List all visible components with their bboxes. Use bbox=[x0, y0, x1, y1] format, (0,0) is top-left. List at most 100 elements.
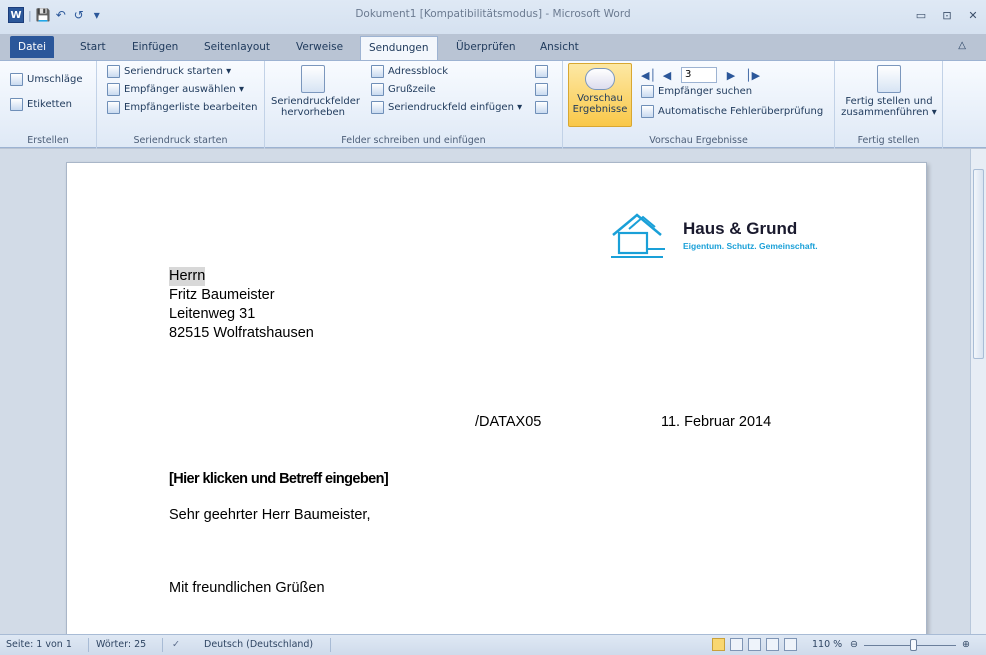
last-record-icon[interactable]: │▶ bbox=[745, 69, 760, 82]
logo-slogan-text: Eigentum. Schutz. Gemeinschaft. bbox=[683, 241, 818, 251]
tab-ueberpruefen[interactable]: Überprüfen bbox=[448, 36, 524, 58]
ribbon: Umschläge Etiketten Erstellen Seriendruc… bbox=[0, 60, 986, 149]
vertical-scrollbar[interactable] bbox=[970, 149, 986, 634]
window-title: Dokument1 [Kompatibilitätsmodus] - Micro… bbox=[355, 8, 631, 20]
seriendruck-starten-label: Seriendruck starten ▾ bbox=[124, 66, 232, 77]
minimize-icon[interactable]: ▭ bbox=[908, 9, 934, 22]
empfaenger-suchen-button[interactable]: Empfänger suchen bbox=[641, 85, 752, 98]
window-controls: ▭ ⊡ ✕ bbox=[908, 9, 986, 22]
umschlaege-label: Umschläge bbox=[27, 74, 83, 85]
tab-ansicht[interactable]: Ansicht bbox=[532, 36, 587, 58]
haus-grund-logo: Haus & Grund Eigentum. Schutz. Gemeinsch… bbox=[607, 205, 867, 261]
tab-datei[interactable]: Datei bbox=[10, 36, 55, 58]
group-seriendruck-label: Seriendruck starten bbox=[133, 135, 228, 146]
status-separator bbox=[88, 638, 89, 652]
empfaengerliste-label: Empfängerliste bearbeiten bbox=[124, 102, 258, 113]
seriendruckfeld-einfuegen-button[interactable]: Seriendruckfeld einfügen ▾ bbox=[371, 101, 522, 114]
tab-verweise[interactable]: Verweise bbox=[288, 36, 351, 58]
web-layout-icon[interactable] bbox=[748, 638, 761, 651]
print-layout-icon[interactable] bbox=[712, 638, 725, 651]
letter-closing[interactable]: Mit freundlichen Grüßen bbox=[169, 579, 325, 598]
page-count[interactable]: Seite: 1 von 1 bbox=[6, 639, 72, 650]
letter-greeting[interactable]: Sehr geehrter Herr Baumeister, bbox=[169, 506, 370, 525]
previous-record-icon[interactable]: ◀ bbox=[661, 69, 673, 82]
zoom-level[interactable]: 110 % bbox=[812, 639, 842, 650]
scrollbar-thumb[interactable] bbox=[973, 169, 984, 359]
preview-abc-icon bbox=[585, 68, 615, 90]
restore-icon[interactable]: ⊡ bbox=[934, 9, 960, 22]
fehlerueberpruefung-button[interactable]: Automatische Fehlerüberprüfung bbox=[641, 105, 823, 118]
group-fertig-label: Fertig stellen bbox=[857, 135, 920, 146]
tab-einfuegen[interactable]: Einfügen bbox=[124, 36, 186, 58]
group-fertig-stellen: Fertig stellen und zusammenführen ▾ Fert… bbox=[835, 61, 943, 149]
grusszeile-button[interactable]: Grußzeile bbox=[371, 83, 436, 96]
record-number-input[interactable]: 3 bbox=[681, 67, 717, 83]
address-street[interactable]: Leitenweg 31 bbox=[169, 305, 255, 324]
edit-list-icon bbox=[107, 101, 120, 114]
group-seriendruck-starten: Seriendruck starten ▾ Empfänger auswähle… bbox=[97, 61, 265, 149]
labels-icon bbox=[10, 98, 23, 111]
recipients-icon bbox=[107, 83, 120, 96]
word-count[interactable]: Wörter: 25 bbox=[96, 639, 146, 650]
seriendruck-starten-button[interactable]: Seriendruck starten ▾ bbox=[107, 65, 231, 78]
document-area: Haus & Grund Eigentum. Schutz. Gemeinsch… bbox=[0, 149, 986, 642]
group-erstellen-label: Erstellen bbox=[27, 135, 69, 146]
tab-seitenlayout[interactable]: Seitenlayout bbox=[196, 36, 278, 58]
zoom-slider-knob[interactable] bbox=[910, 639, 917, 651]
language-indicator[interactable]: Deutsch (Deutschland) bbox=[204, 639, 313, 650]
address-block-icon bbox=[371, 65, 384, 78]
hervorheben-label: Seriendruckfelder hervorheben bbox=[271, 96, 361, 118]
full-screen-reading-icon[interactable] bbox=[730, 638, 743, 651]
tab-sendungen[interactable]: Sendungen bbox=[360, 36, 438, 60]
address-name[interactable]: Fritz Baumeister bbox=[169, 286, 275, 305]
envelope-icon bbox=[10, 73, 23, 86]
fertig-stellen-label: Fertig stellen und zusammenführen ▾ bbox=[841, 96, 937, 118]
reference-code[interactable]: /DATAX05 bbox=[475, 413, 541, 432]
match-fields-icon[interactable] bbox=[535, 83, 548, 96]
check-errors-icon bbox=[641, 105, 654, 118]
zoom-in-icon[interactable]: ⊕ bbox=[962, 639, 970, 650]
logo-brand-text: Haus & Grund bbox=[683, 219, 798, 238]
tab-start[interactable]: Start bbox=[72, 36, 114, 58]
first-record-icon[interactable]: ◀│ bbox=[641, 69, 656, 82]
title-bar: W | 💾 ↶ ↺ ▾ Dokument1 [Kompatibilitätsmo… bbox=[0, 0, 986, 34]
vorschau-ergebnisse-button[interactable]: Vorschau Ergebnisse bbox=[568, 63, 632, 127]
empfaenger-auswaehlen-button[interactable]: Empfänger auswählen ▾ bbox=[107, 83, 244, 96]
proofing-icon[interactable]: ✓ bbox=[172, 639, 180, 650]
update-labels-icon[interactable] bbox=[535, 101, 548, 114]
zoom-out-icon[interactable]: ⊖ bbox=[850, 639, 858, 650]
highlight-fields-icon bbox=[301, 65, 325, 93]
finish-merge-icon bbox=[877, 65, 901, 93]
empfaenger-suchen-label: Empfänger suchen bbox=[658, 86, 753, 97]
fertig-stellen-button[interactable]: Fertig stellen und zusammenführen ▾ bbox=[839, 65, 939, 118]
adressblock-label: Adressblock bbox=[388, 66, 449, 77]
rules-icon[interactable] bbox=[535, 65, 548, 78]
draft-icon[interactable] bbox=[784, 638, 797, 651]
empfaenger-auswaehlen-label: Empfänger auswählen ▾ bbox=[124, 84, 244, 95]
etiketten-label: Etiketten bbox=[27, 99, 72, 110]
vorschau-button-label: Vorschau Ergebnisse bbox=[572, 93, 628, 115]
greeting-line-icon bbox=[371, 83, 384, 96]
address-anrede[interactable]: Herrn bbox=[169, 267, 206, 286]
fehlerueberpruefung-label: Automatische Fehlerüberprüfung bbox=[658, 106, 824, 117]
seriendruckfelder-hervorheben-button[interactable]: Seriendruckfelder hervorheben bbox=[271, 65, 360, 118]
umschlaege-button[interactable]: Umschläge bbox=[10, 73, 83, 86]
next-record-icon[interactable]: ▶ bbox=[725, 69, 737, 82]
address-city[interactable]: 82515 Wolfratshausen bbox=[169, 324, 314, 343]
house-logo-icon bbox=[611, 213, 665, 258]
insert-field-icon bbox=[371, 101, 384, 114]
mail-merge-icon bbox=[107, 65, 120, 78]
find-recipient-icon bbox=[641, 85, 654, 98]
group-felder-einfuegen: Seriendruckfelder hervorheben Adressbloc… bbox=[265, 61, 563, 149]
group-vorschau-label: Vorschau Ergebnisse bbox=[649, 135, 748, 146]
outline-icon[interactable] bbox=[766, 638, 779, 651]
feld-einfuegen-label: Seriendruckfeld einfügen ▾ bbox=[388, 102, 523, 113]
empfaengerliste-bearbeiten-button[interactable]: Empfängerliste bearbeiten bbox=[107, 101, 257, 114]
ribbon-minimize-icon[interactable]: △ bbox=[958, 40, 966, 51]
etiketten-button[interactable]: Etiketten bbox=[10, 98, 72, 111]
letter-date[interactable]: 11. Februar 2014 bbox=[661, 413, 771, 432]
close-icon[interactable]: ✕ bbox=[960, 9, 986, 22]
subject-placeholder[interactable]: [Hier klicken und Betreff eingeben] bbox=[169, 470, 389, 489]
adressblock-button[interactable]: Adressblock bbox=[371, 65, 448, 78]
document-page[interactable]: Haus & Grund Eigentum. Schutz. Gemeinsch… bbox=[66, 162, 927, 642]
